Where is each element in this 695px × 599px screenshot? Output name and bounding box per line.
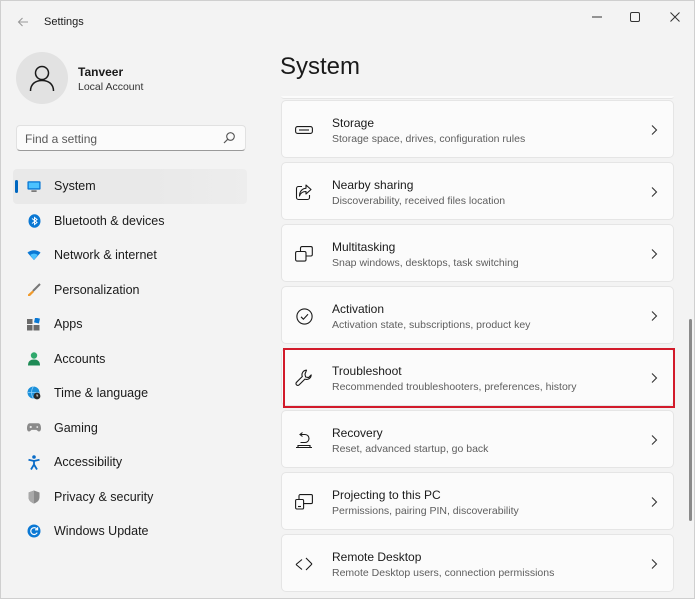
user-icon (29, 65, 55, 92)
sidebar-item-system[interactable]: System (13, 169, 247, 204)
accessibility-icon (27, 454, 41, 470)
card-subtitle: Activation state, subscriptions, product… (332, 319, 531, 331)
chevron-right-icon (651, 497, 658, 507)
shield-icon (27, 490, 41, 504)
chevron-right-icon (651, 125, 658, 135)
sidebar-item-label: Privacy & security (54, 489, 154, 504)
card-recovery[interactable]: Recovery Reset, advanced startup, go bac… (281, 410, 674, 468)
projecting-icon (295, 493, 313, 511)
card-title: Recovery (332, 426, 383, 440)
card-title: Multitasking (332, 240, 396, 254)
sidebar-item-label: Bluetooth & devices (54, 213, 165, 228)
card-storage[interactable]: Storage Storage space, drives, configura… (281, 100, 674, 158)
bluetooth-icon (27, 213, 41, 228)
card-multitasking[interactable]: Multitasking Snap windows, desktops, tas… (281, 224, 674, 282)
card-subtitle: Permissions, pairing PIN, discoverabilit… (332, 505, 519, 517)
sidebar-item-label: Accessibility (54, 455, 123, 470)
card-subtitle: Remote Desktop users, connection permiss… (332, 567, 555, 579)
multitasking-icon (295, 245, 313, 263)
person-icon (27, 352, 41, 366)
sidebar-item-time-language[interactable]: Time & language (13, 376, 247, 411)
card-activation[interactable]: Activation Activation state, subscriptio… (281, 286, 674, 344)
sidebar-item-apps[interactable]: Apps (13, 307, 247, 342)
card-projecting[interactable]: Projecting to this PC Permissions, pairi… (281, 472, 674, 530)
check-circle-icon (295, 307, 313, 325)
previous-card-edge (281, 96, 674, 99)
minimize-button[interactable] (582, 5, 612, 29)
chevron-right-icon (651, 187, 658, 197)
card-title: Nearby sharing (332, 178, 414, 192)
close-button[interactable] (660, 5, 690, 29)
avatar[interactable] (16, 52, 68, 104)
chevron-right-icon (651, 373, 658, 383)
wrench-icon (295, 369, 313, 387)
card-title: Remote Desktop (332, 550, 422, 564)
card-title: Storage (332, 116, 375, 130)
maximize-button[interactable] (620, 5, 650, 29)
sidebar-item-label: Gaming (54, 420, 98, 435)
sidebar-item-privacy[interactable]: Privacy & security (13, 480, 247, 515)
chevron-right-icon (651, 435, 658, 445)
sidebar-item-bluetooth[interactable]: Bluetooth & devices (13, 204, 247, 239)
sidebar-nav: System Bluetooth & devices Network & int… (13, 169, 247, 549)
sidebar-item-label: Personalization (54, 282, 140, 297)
settings-window: Settings Tanveer Local Account System (0, 0, 695, 599)
recovery-icon (295, 431, 313, 449)
brush-icon (27, 283, 41, 297)
search-input[interactable] (25, 130, 215, 147)
wifi-icon (27, 248, 41, 262)
sidebar-item-label: Accounts (54, 351, 106, 366)
sidebar-item-accounts[interactable]: Accounts (13, 342, 247, 377)
vertical-scrollbar[interactable] (689, 319, 692, 521)
close-icon (670, 12, 680, 22)
card-nearby-sharing[interactable]: Nearby sharing Discoverability, received… (281, 162, 674, 220)
card-remote-desktop[interactable]: Remote Desktop Remote Desktop users, con… (281, 534, 674, 592)
page-title: System (280, 53, 361, 80)
back-arrow-icon (17, 17, 28, 27)
card-subtitle: Reset, advanced startup, go back (332, 443, 489, 455)
sidebar-item-gaming[interactable]: Gaming (13, 411, 247, 446)
user-name: Tanveer (78, 65, 124, 79)
sidebar-item-label: Windows Update (54, 524, 149, 539)
sidebar-item-personalization[interactable]: Personalization (13, 273, 247, 308)
maximize-icon (630, 12, 640, 22)
storage-icon (295, 121, 313, 139)
sidebar-item-accessibility[interactable]: Accessibility (13, 445, 247, 480)
card-subtitle: Recommended troubleshooters, preferences… (332, 381, 577, 393)
sidebar-item-label: Apps (54, 317, 83, 332)
share-icon (295, 183, 313, 201)
card-subtitle: Discoverability, received files location (332, 195, 506, 207)
search-box[interactable] (16, 125, 246, 151)
title-bar: Settings (1, 1, 694, 41)
card-subtitle: Snap windows, desktops, task switching (332, 257, 519, 269)
chevron-right-icon (651, 559, 658, 569)
card-title: Projecting to this PC (332, 488, 441, 502)
chevron-right-icon (651, 311, 658, 321)
sidebar-item-windows-update[interactable]: Windows Update (13, 514, 247, 549)
chevron-right-icon (651, 249, 658, 259)
minimize-icon (592, 16, 602, 18)
settings-list: Storage Storage space, drives, configura… (281, 96, 674, 599)
sidebar-item-label: Network & internet (54, 248, 157, 263)
remote-desktop-icon (295, 555, 313, 573)
globe-clock-icon (27, 386, 41, 400)
search-icon[interactable] (222, 131, 236, 145)
sidebar-item-label: System (54, 179, 96, 194)
card-title: Troubleshoot (332, 364, 402, 378)
sidebar-item-network[interactable]: Network & internet (13, 238, 247, 273)
sidebar-item-label: Time & language (54, 386, 149, 401)
back-button[interactable] (13, 12, 33, 32)
apps-icon (27, 317, 41, 331)
card-troubleshoot[interactable]: Troubleshoot Recommended troubleshooters… (281, 348, 674, 406)
gamepad-icon (27, 421, 41, 435)
card-subtitle: Storage space, drives, configuration rul… (332, 133, 526, 145)
update-icon (27, 524, 41, 538)
card-title: Activation (332, 302, 385, 316)
monitor-icon (27, 179, 41, 193)
app-title: Settings (44, 16, 84, 28)
account-type: Local Account (78, 81, 144, 93)
